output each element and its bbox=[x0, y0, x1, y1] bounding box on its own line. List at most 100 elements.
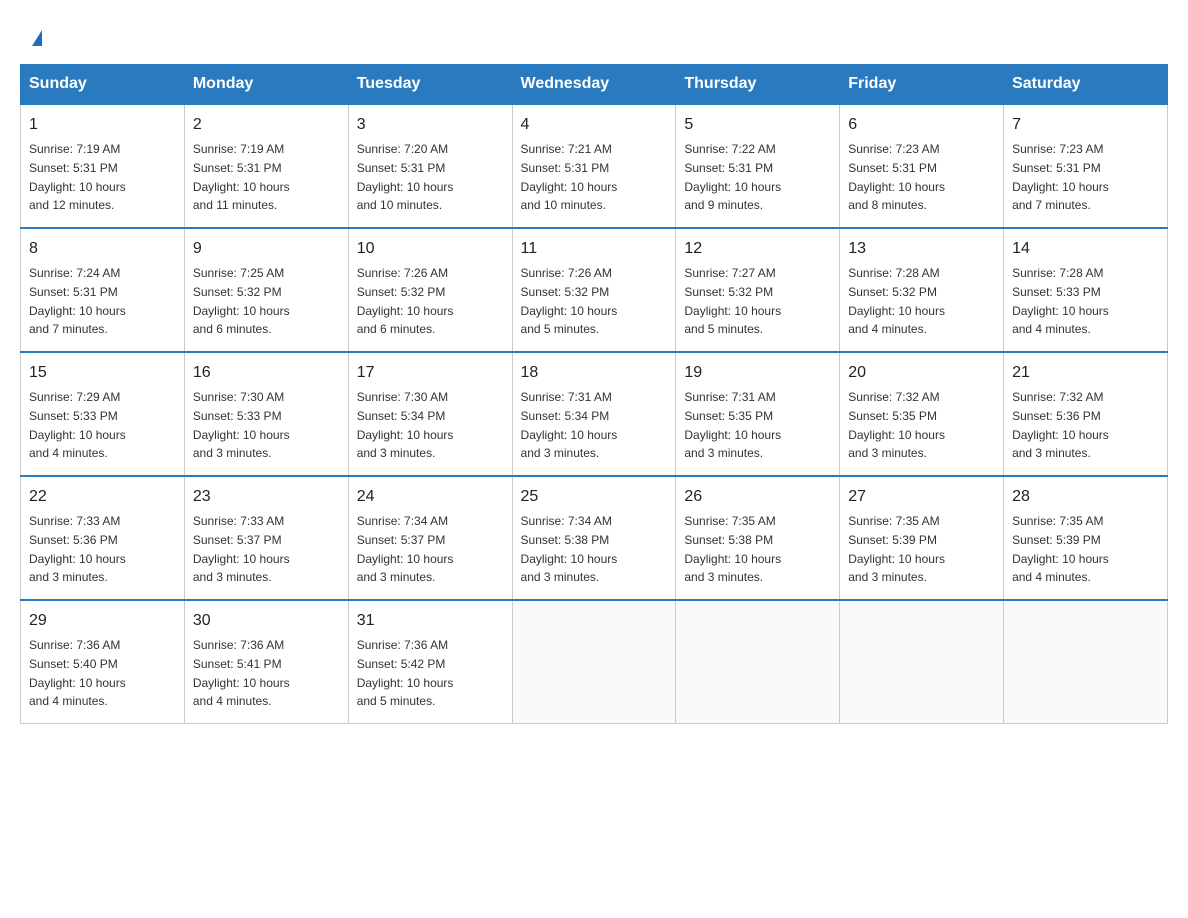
day-cell bbox=[840, 600, 1004, 724]
col-header-thursday: Thursday bbox=[676, 65, 840, 105]
day-cell: 29 Sunrise: 7:36 AMSunset: 5:40 PMDayligh… bbox=[21, 600, 185, 724]
day-info: Sunrise: 7:30 AMSunset: 5:34 PMDaylight:… bbox=[357, 390, 454, 460]
day-info: Sunrise: 7:26 AMSunset: 5:32 PMDaylight:… bbox=[357, 266, 454, 336]
col-header-tuesday: Tuesday bbox=[348, 65, 512, 105]
day-cell: 31 Sunrise: 7:36 AMSunset: 5:42 PMDayligh… bbox=[348, 600, 512, 724]
day-cell: 24 Sunrise: 7:34 AMSunset: 5:37 PMDayligh… bbox=[348, 476, 512, 600]
day-number: 31 bbox=[357, 609, 504, 633]
day-info: Sunrise: 7:32 AMSunset: 5:35 PMDaylight:… bbox=[848, 390, 945, 460]
day-number: 21 bbox=[1012, 361, 1159, 385]
day-info: Sunrise: 7:34 AMSunset: 5:37 PMDaylight:… bbox=[357, 514, 454, 584]
page-header bbox=[20, 20, 1168, 46]
day-info: Sunrise: 7:19 AMSunset: 5:31 PMDaylight:… bbox=[193, 142, 290, 212]
day-number: 8 bbox=[29, 237, 176, 261]
day-cell: 25 Sunrise: 7:34 AMSunset: 5:38 PMDayligh… bbox=[512, 476, 676, 600]
day-cell: 2 Sunrise: 7:19 AMSunset: 5:31 PMDaylight… bbox=[184, 104, 348, 228]
day-info: Sunrise: 7:22 AMSunset: 5:31 PMDaylight:… bbox=[684, 142, 781, 212]
day-number: 5 bbox=[684, 113, 831, 137]
day-number: 23 bbox=[193, 485, 340, 509]
day-number: 27 bbox=[848, 485, 995, 509]
day-cell: 14Sunrise: 7:28 AMSunset: 5:33 PMDayligh… bbox=[1004, 228, 1168, 352]
day-cell: 16 Sunrise: 7:30 AMSunset: 5:33 PMDayligh… bbox=[184, 352, 348, 476]
day-info: Sunrise: 7:27 AMSunset: 5:32 PMDaylight:… bbox=[684, 266, 781, 336]
day-number: 4 bbox=[521, 113, 668, 137]
col-header-sunday: Sunday bbox=[21, 65, 185, 105]
day-number: 3 bbox=[357, 113, 504, 137]
week-row-3: 15Sunrise: 7:29 AMSunset: 5:33 PMDayligh… bbox=[21, 352, 1168, 476]
day-number: 16 bbox=[193, 361, 340, 385]
day-cell: 19Sunrise: 7:31 AMSunset: 5:35 PMDayligh… bbox=[676, 352, 840, 476]
day-cell: 23 Sunrise: 7:33 AMSunset: 5:37 PMDayligh… bbox=[184, 476, 348, 600]
day-number: 7 bbox=[1012, 113, 1159, 137]
day-cell: 10 Sunrise: 7:26 AMSunset: 5:32 PMDayligh… bbox=[348, 228, 512, 352]
day-number: 11 bbox=[521, 237, 668, 261]
day-info: Sunrise: 7:33 AMSunset: 5:37 PMDaylight:… bbox=[193, 514, 290, 584]
day-info: Sunrise: 7:23 AMSunset: 5:31 PMDaylight:… bbox=[848, 142, 945, 212]
day-cell: 8Sunrise: 7:24 AMSunset: 5:31 PMDaylight… bbox=[21, 228, 185, 352]
day-cell: 9 Sunrise: 7:25 AMSunset: 5:32 PMDaylight… bbox=[184, 228, 348, 352]
day-number: 30 bbox=[193, 609, 340, 633]
day-info: Sunrise: 7:20 AMSunset: 5:31 PMDaylight:… bbox=[357, 142, 454, 212]
day-info: Sunrise: 7:28 AMSunset: 5:32 PMDaylight:… bbox=[848, 266, 945, 336]
day-cell: 30 Sunrise: 7:36 AMSunset: 5:41 PMDayligh… bbox=[184, 600, 348, 724]
logo-triangle-icon bbox=[32, 30, 42, 46]
day-number: 22 bbox=[29, 485, 176, 509]
day-cell: 22 Sunrise: 7:33 AMSunset: 5:36 PMDayligh… bbox=[21, 476, 185, 600]
week-row-1: 1 Sunrise: 7:19 AMSunset: 5:31 PMDaylight… bbox=[21, 104, 1168, 228]
day-cell: 26Sunrise: 7:35 AMSunset: 5:38 PMDayligh… bbox=[676, 476, 840, 600]
day-number: 20 bbox=[848, 361, 995, 385]
day-info: Sunrise: 7:36 AMSunset: 5:41 PMDaylight:… bbox=[193, 638, 290, 708]
day-cell: 1Sunrise: 7:19 AMSunset: 5:31 PMDaylight… bbox=[21, 104, 185, 228]
day-info: Sunrise: 7:25 AMSunset: 5:32 PMDaylight:… bbox=[193, 266, 290, 336]
day-info: Sunrise: 7:35 AMSunset: 5:39 PMDaylight:… bbox=[1012, 514, 1109, 584]
day-cell: 27 Sunrise: 7:35 AMSunset: 5:39 PMDayligh… bbox=[840, 476, 1004, 600]
week-row-2: 8Sunrise: 7:24 AMSunset: 5:31 PMDaylight… bbox=[21, 228, 1168, 352]
day-number: 24 bbox=[357, 485, 504, 509]
day-info: Sunrise: 7:32 AMSunset: 5:36 PMDaylight:… bbox=[1012, 390, 1109, 460]
header-row: SundayMondayTuesdayWednesdayThursdayFrid… bbox=[21, 65, 1168, 105]
day-cell bbox=[676, 600, 840, 724]
day-info: Sunrise: 7:26 AMSunset: 5:32 PMDaylight:… bbox=[521, 266, 618, 336]
day-number: 28 bbox=[1012, 485, 1159, 509]
week-row-5: 29 Sunrise: 7:36 AMSunset: 5:40 PMDayligh… bbox=[21, 600, 1168, 724]
day-cell: 6 Sunrise: 7:23 AMSunset: 5:31 PMDaylight… bbox=[840, 104, 1004, 228]
day-info: Sunrise: 7:21 AMSunset: 5:31 PMDaylight:… bbox=[521, 142, 618, 212]
day-cell: 13Sunrise: 7:28 AMSunset: 5:32 PMDayligh… bbox=[840, 228, 1004, 352]
day-info: Sunrise: 7:35 AMSunset: 5:38 PMDaylight:… bbox=[684, 514, 781, 584]
week-row-4: 22 Sunrise: 7:33 AMSunset: 5:36 PMDayligh… bbox=[21, 476, 1168, 600]
day-number: 12 bbox=[684, 237, 831, 261]
day-info: Sunrise: 7:23 AMSunset: 5:31 PMDaylight:… bbox=[1012, 142, 1109, 212]
col-header-friday: Friday bbox=[840, 65, 1004, 105]
day-number: 6 bbox=[848, 113, 995, 137]
day-cell: 11 Sunrise: 7:26 AMSunset: 5:32 PMDayligh… bbox=[512, 228, 676, 352]
day-number: 15 bbox=[29, 361, 176, 385]
day-cell: 12 Sunrise: 7:27 AMSunset: 5:32 PMDayligh… bbox=[676, 228, 840, 352]
day-info: Sunrise: 7:31 AMSunset: 5:34 PMDaylight:… bbox=[521, 390, 618, 460]
day-info: Sunrise: 7:35 AMSunset: 5:39 PMDaylight:… bbox=[848, 514, 945, 584]
day-cell bbox=[512, 600, 676, 724]
day-cell: 20 Sunrise: 7:32 AMSunset: 5:35 PMDayligh… bbox=[840, 352, 1004, 476]
day-cell: 21 Sunrise: 7:32 AMSunset: 5:36 PMDayligh… bbox=[1004, 352, 1168, 476]
col-header-saturday: Saturday bbox=[1004, 65, 1168, 105]
day-number: 25 bbox=[521, 485, 668, 509]
day-info: Sunrise: 7:30 AMSunset: 5:33 PMDaylight:… bbox=[193, 390, 290, 460]
calendar-table: SundayMondayTuesdayWednesdayThursdayFrid… bbox=[20, 64, 1168, 724]
day-info: Sunrise: 7:34 AMSunset: 5:38 PMDaylight:… bbox=[521, 514, 618, 584]
day-cell: 15Sunrise: 7:29 AMSunset: 5:33 PMDayligh… bbox=[21, 352, 185, 476]
day-number: 10 bbox=[357, 237, 504, 261]
day-cell: 17Sunrise: 7:30 AMSunset: 5:34 PMDayligh… bbox=[348, 352, 512, 476]
day-number: 29 bbox=[29, 609, 176, 633]
day-number: 1 bbox=[29, 113, 176, 137]
day-cell: 5 Sunrise: 7:22 AMSunset: 5:31 PMDaylight… bbox=[676, 104, 840, 228]
day-info: Sunrise: 7:28 AMSunset: 5:33 PMDaylight:… bbox=[1012, 266, 1109, 336]
day-number: 19 bbox=[684, 361, 831, 385]
day-number: 18 bbox=[521, 361, 668, 385]
day-cell: 3 Sunrise: 7:20 AMSunset: 5:31 PMDaylight… bbox=[348, 104, 512, 228]
day-info: Sunrise: 7:36 AMSunset: 5:42 PMDaylight:… bbox=[357, 638, 454, 708]
day-cell: 4 Sunrise: 7:21 AMSunset: 5:31 PMDaylight… bbox=[512, 104, 676, 228]
day-cell bbox=[1004, 600, 1168, 724]
day-number: 9 bbox=[193, 237, 340, 261]
day-number: 2 bbox=[193, 113, 340, 137]
day-info: Sunrise: 7:33 AMSunset: 5:36 PMDaylight:… bbox=[29, 514, 126, 584]
day-info: Sunrise: 7:36 AMSunset: 5:40 PMDaylight:… bbox=[29, 638, 126, 708]
